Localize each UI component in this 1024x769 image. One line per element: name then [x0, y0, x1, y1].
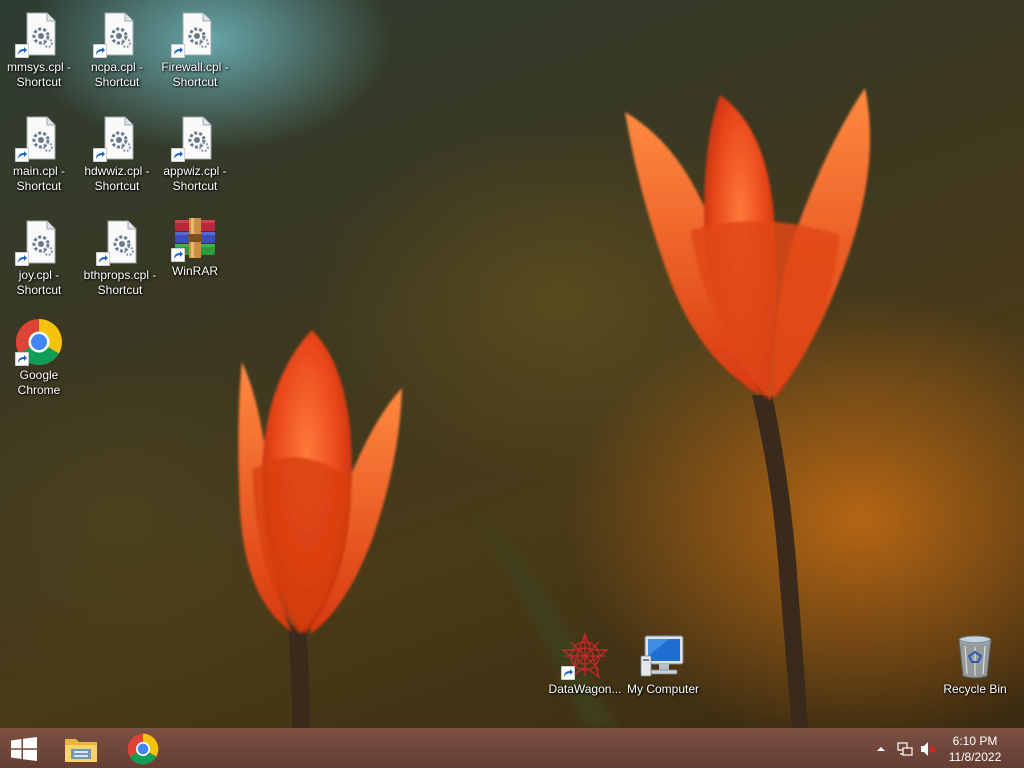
shortcut-arrow-icon — [93, 148, 107, 162]
computer-icon — [640, 635, 684, 677]
desktop-icon-label: Firewall.cpl - Shortcut — [161, 60, 229, 89]
shortcut-arrow-icon — [15, 44, 29, 58]
chrome-icon — [127, 733, 159, 765]
desktop-icon-ncpa[interactable]: ncpa.cpl - Shortcut — [78, 10, 156, 90]
desktop-icon-main[interactable]: main.cpl - Shortcut — [0, 114, 78, 194]
desktop[interactable]: mmsys.cpl - Shortcut ncpa.cpl - Shortcut… — [0, 0, 1024, 728]
taskbar: 6:10 PM 11/8/2022 — [0, 728, 1024, 768]
desktop-icon-label: Google Chrome — [17, 368, 61, 397]
desktop-icon-bthprops[interactable]: bthprops.cpl - Shortcut — [78, 218, 162, 298]
shortcut-arrow-icon — [15, 352, 29, 366]
shortcut-arrow-icon — [96, 252, 110, 266]
desktop-icon-datawagon[interactable]: DataWagon... — [545, 632, 625, 697]
desktop-icon-google-chrome[interactable]: Google Chrome — [0, 318, 78, 398]
desktop-icon-firewall[interactable]: Firewall.cpl - Shortcut — [156, 10, 234, 90]
desktop-icon-label: My Computer — [626, 682, 700, 696]
shortcut-arrow-icon — [15, 252, 29, 266]
desktop-icon-label: hdwwiz.cpl - Shortcut — [84, 164, 150, 193]
volume-muted-icon — [921, 742, 936, 756]
network-icon — [897, 742, 913, 756]
shortcut-arrow-icon — [561, 666, 575, 680]
tray-volume[interactable] — [920, 739, 938, 759]
desktop-icon-label: ncpa.cpl - Shortcut — [90, 60, 144, 89]
windows-logo-icon — [11, 737, 37, 761]
wallpaper-tulips — [238, 88, 870, 728]
shortcut-arrow-icon — [15, 148, 29, 162]
taskbar-google-chrome[interactable] — [118, 729, 168, 769]
desktop-icon-joy[interactable]: joy.cpl - Shortcut — [0, 218, 78, 298]
chevron-up-icon — [877, 747, 885, 751]
desktop-icon-label: joy.cpl - Shortcut — [16, 268, 62, 297]
tray-overflow-button[interactable] — [872, 739, 890, 759]
desktop-icon-my-computer[interactable]: My Computer — [622, 632, 704, 697]
desktop-icon-label: mmsys.cpl - Shortcut — [7, 60, 71, 89]
shortcut-arrow-icon — [93, 44, 107, 58]
desktop-icon-mmsys[interactable]: mmsys.cpl - Shortcut — [0, 10, 78, 90]
shortcut-arrow-icon — [171, 248, 185, 262]
desktop-icon-label: main.cpl - Shortcut — [12, 164, 65, 193]
desktop-icon-label: bthprops.cpl - Shortcut — [83, 268, 157, 297]
desktop-icon-label: Recycle Bin — [943, 682, 1007, 696]
desktop-icon-recycle-bin[interactable]: Recycle Bin — [936, 632, 1014, 697]
desktop-icon-label: appwiz.cpl - Shortcut — [163, 164, 227, 193]
shortcut-arrow-icon — [171, 148, 185, 162]
desktop-icon-appwiz[interactable]: appwiz.cpl - Shortcut — [156, 114, 234, 194]
desktop-icon-hdwwiz[interactable]: hdwwiz.cpl - Shortcut — [78, 114, 156, 194]
recycle-bin-icon — [958, 635, 992, 679]
desktop-icon-label: DataWagon... — [548, 682, 622, 696]
taskbar-file-explorer[interactable] — [56, 729, 106, 769]
desktop-icon-label: WinRAR — [171, 264, 218, 278]
folder-icon — [65, 739, 97, 762]
taskbar-clock[interactable]: 6:10 PM 11/8/2022 — [940, 733, 1010, 765]
shortcut-arrow-icon — [171, 44, 185, 58]
start-button[interactable] — [0, 729, 48, 769]
tray-network[interactable] — [896, 739, 914, 759]
clock-date: 11/8/2022 — [948, 750, 1002, 764]
desktop-icon-winrar[interactable]: WinRAR — [156, 214, 234, 279]
clock-time: 6:10 PM — [952, 734, 998, 748]
